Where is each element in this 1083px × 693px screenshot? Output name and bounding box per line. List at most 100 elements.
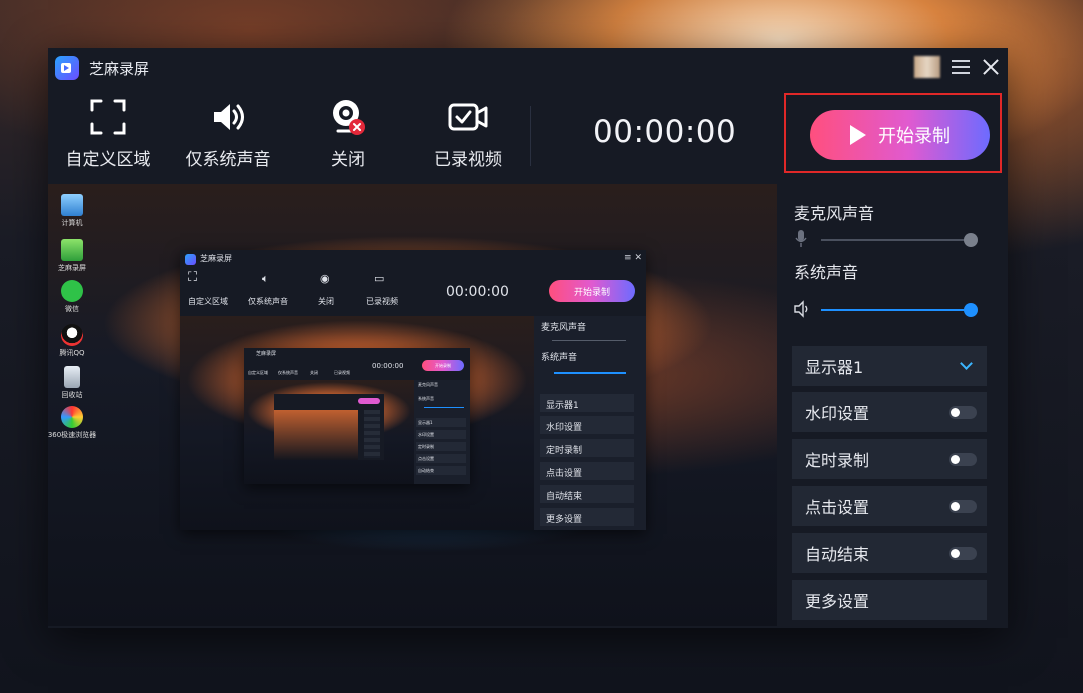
nested-option-row: 定时录制	[540, 439, 634, 457]
start-record-label: 开始录制	[878, 126, 950, 147]
click-settings-toggle[interactable]	[949, 500, 977, 513]
nested-option-label: 点击设置	[546, 469, 583, 479]
desktop-icon-recycle-bin: 回收站	[48, 366, 102, 400]
recording-timer: 00:00:00	[593, 114, 737, 150]
system-volume-label: 系统声音	[794, 263, 859, 282]
system-volume-slider[interactable]	[821, 303, 978, 317]
watermark-settings-label: 水印设置	[805, 404, 870, 423]
more-settings-button[interactable]: 更多设置	[792, 580, 987, 620]
click-settings-row[interactable]: 点击设置	[792, 486, 987, 526]
record-highlight-box: 开始录制	[784, 93, 1002, 173]
auto-stop-toggle[interactable]	[949, 547, 977, 560]
play-icon	[850, 125, 866, 145]
nested-record-button: 开始录制	[549, 280, 635, 302]
recorded-videos-button[interactable]: 已录视频	[408, 88, 528, 184]
webcam-off-button[interactable]: 关闭	[288, 88, 408, 184]
menu-icon[interactable]	[952, 60, 970, 74]
settings-panel: 麦克风声音 系统声音 显示器1 水印设置 定时录制 点击设置 自动结束 更多设置	[777, 184, 1008, 628]
more-settings-label: 更多设置	[805, 592, 870, 611]
custom-area-button[interactable]: 自定义区域	[48, 88, 168, 184]
nested2-record-button: 开始录制	[422, 360, 464, 371]
computer-icon	[61, 194, 83, 216]
nested2-preview	[244, 380, 414, 484]
nested-option-label: 自动结束	[546, 492, 583, 502]
speaker-icon	[214, 104, 244, 130]
nested2-display-label: 显示器1	[418, 420, 433, 425]
desktop-icon-browser: 360极速浏览器	[48, 406, 102, 440]
nested-system-slider	[554, 372, 626, 374]
nested2-option-label: 自动结束	[418, 468, 434, 473]
display-select[interactable]: 显示器1	[792, 346, 987, 386]
webcam-off-label: 关闭	[331, 150, 365, 170]
system-sound-only-button[interactable]: 仅系统声音	[168, 88, 288, 184]
nested-app-title: 芝麻录屏	[200, 254, 232, 263]
nested-app-window: 芝麻录屏 ≡ ✕ ⛶ 自定义区域 🔈︎ 仅系统声音 ◉ 关闭 ▭ 已录视频 00…	[180, 250, 646, 530]
desktop-icon-label: 360极速浏览器	[48, 431, 97, 439]
scheduled-recording-row[interactable]: 定时录制	[792, 439, 987, 479]
webcam-off-icon	[333, 100, 365, 135]
wechat-icon	[61, 280, 83, 302]
nested-option-row: 更多设置	[540, 508, 634, 526]
nested-display-select: 显示器1	[540, 394, 634, 412]
video-check-icon	[448, 103, 488, 131]
close-icon[interactable]	[982, 58, 1000, 76]
desktop-icon-label: 微信	[65, 305, 79, 313]
click-settings-label: 点击设置	[805, 498, 870, 517]
nested2-option-label: 点击设置	[418, 456, 434, 461]
desktop-icon-app: 芝麻录屏	[48, 239, 102, 273]
app-title: 芝麻录屏	[89, 59, 150, 78]
nested-tool-label: 仅系统声音	[248, 297, 288, 306]
toolbar-divider	[530, 106, 531, 166]
nested2-record-label: 开始录制	[435, 362, 451, 368]
nested-mic-label: 麦克风声音	[541, 323, 587, 333]
nested-more-label: 更多设置	[546, 515, 583, 525]
title-bar: 芝麻录屏	[48, 48, 1008, 88]
desktop-icon-label: 腾讯QQ	[59, 349, 85, 357]
nested-video-icon: ▭	[374, 272, 385, 285]
auto-stop-row[interactable]: 自动结束	[792, 533, 987, 573]
nested3-settings	[364, 410, 380, 458]
screen-preview: 计算机 芝麻录屏 微信 腾讯QQ 回收站 360极速浏览器 芝麻录屏 ≡ ✕ ⛶…	[48, 184, 777, 626]
desktop-icon-computer: 计算机	[48, 194, 102, 228]
nested2-tool-label: 已录视频	[334, 370, 350, 375]
watermark-settings-row[interactable]: 水印设置	[792, 392, 987, 432]
start-record-button[interactable]: 开始录制	[810, 110, 990, 160]
nested-logo-icon	[185, 254, 196, 265]
avatar[interactable]	[914, 56, 940, 78]
nested3-record-button	[358, 398, 380, 404]
scheduled-recording-toggle[interactable]	[949, 453, 977, 466]
custom-area-label: 自定义区域	[65, 150, 151, 170]
nested-timer: 00:00:00	[446, 284, 509, 300]
nested3-app-window	[274, 394, 384, 460]
auto-stop-label: 自动结束	[805, 545, 870, 564]
speaker-small-icon	[794, 300, 808, 318]
nested-custom-area-icon: ⛶	[188, 270, 198, 285]
nested-mic-slider	[552, 340, 626, 341]
nested-option-label: 水印设置	[546, 423, 583, 433]
recycle-bin-icon	[64, 366, 80, 388]
nested2-app-title: 芝麻录屏	[256, 351, 277, 357]
nested2-option-label: 定时录制	[418, 444, 434, 449]
nested2-option-row: 定时录制	[416, 442, 466, 451]
browser-icon	[61, 406, 83, 428]
recorded-videos-label: 已录视频	[434, 150, 502, 170]
desktop-icon-qq: 腾讯QQ	[48, 324, 102, 358]
chevron-down-icon	[960, 357, 973, 370]
display-select-label: 显示器1	[805, 358, 864, 377]
mic-volume-knob[interactable]	[964, 233, 978, 247]
nested-option-row: 点击设置	[540, 462, 634, 480]
microphone-icon	[795, 230, 807, 247]
desktop-icon-wechat: 微信	[48, 280, 102, 314]
nested2-tool-label: 关闭	[310, 370, 318, 375]
nested2-option-label: 水印设置	[418, 432, 434, 437]
app-logo-icon	[55, 56, 79, 80]
nested2-system-label: 系统声音	[418, 396, 434, 401]
app-icon	[61, 239, 83, 261]
mic-volume-slider[interactable]	[821, 233, 978, 247]
nested-display-label: 显示器1	[546, 401, 579, 411]
system-volume-knob[interactable]	[964, 303, 978, 317]
nested2-mic-label: 麦克风声音	[418, 382, 438, 387]
watermark-toggle[interactable]	[949, 406, 977, 419]
nested-app-window-2: 芝麻录屏 自定义区域 仅系统声音 关闭 已录视频 00:00:00 开始录制 麦…	[244, 348, 470, 484]
desktop-icon-label: 计算机	[61, 219, 83, 227]
